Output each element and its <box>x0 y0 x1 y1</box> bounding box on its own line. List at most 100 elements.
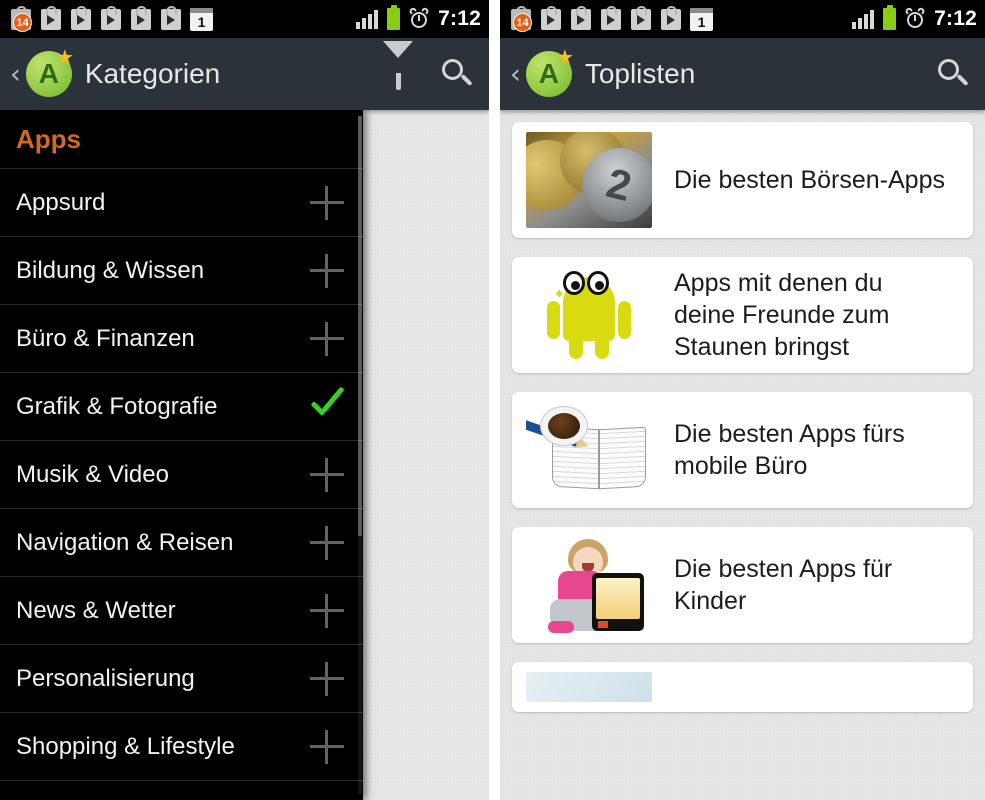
plus-icon <box>310 729 344 764</box>
list-item-title: Die besten Börsen-Apps <box>674 166 945 194</box>
sidebar-item-label: Grafik & Fotografie <box>16 392 218 420</box>
drawer-scrollbar[interactable] <box>358 116 362 794</box>
notebook-coffee-thumbnail <box>526 402 652 498</box>
sidebar-item-label: Personalisierung <box>16 664 195 692</box>
battery-icon <box>883 5 897 30</box>
plus-icon <box>310 525 344 560</box>
calendar-day: 1 <box>697 13 706 30</box>
download-icon <box>540 5 563 32</box>
sidebar-item-label: Musik & Video <box>16 460 169 488</box>
child-with-tablet-thumbnail <box>526 537 652 633</box>
screenshot-divider <box>489 0 500 800</box>
market-badge-icon: 14 <box>510 5 533 32</box>
status-bar-left-icons: 14 1 <box>10 5 356 32</box>
download-icon <box>70 5 93 32</box>
sidebar-item-label: News & Wetter <box>16 596 176 624</box>
market-badge-icon: 14 <box>10 5 33 32</box>
add-category-button[interactable] <box>291 457 363 492</box>
selected-category-indicator[interactable] <box>291 390 363 424</box>
plus-icon <box>310 185 344 220</box>
add-category-button[interactable] <box>291 321 363 356</box>
sidebar-item-bildung-wissen[interactable]: Bildung & Wissen <box>0 236 363 304</box>
back-button[interactable]: ‹ <box>10 61 21 88</box>
search-icon[interactable] <box>937 58 969 90</box>
star-icon: ★ <box>55 47 74 69</box>
sidebar-item-shopping-lifestyle[interactable]: Shopping & Lifestyle <box>0 712 363 780</box>
status-bar-right-icons: 7:12 <box>356 5 481 31</box>
list-item-title: Apps mit denen du deine Freunde zum Stau… <box>674 269 890 361</box>
market-badge-count: 14 <box>13 12 32 32</box>
list-item[interactable]: Die besten Apps für Kinder <box>512 527 973 643</box>
plus-icon <box>310 593 344 628</box>
calendar-icon: 1 <box>690 7 713 31</box>
status-bar-right: 14 1 7:12 <box>500 0 985 38</box>
sidebar-item-appsurd[interactable]: Appsurd <box>0 168 363 236</box>
plus-icon <box>310 253 344 288</box>
filter-icon[interactable] <box>383 41 413 90</box>
sidebar-item-personalisierung[interactable]: Personalisierung <box>0 644 363 712</box>
app-logo-icon[interactable]: A ★ <box>525 48 574 97</box>
download-icon <box>160 5 183 32</box>
action-bar-right: ‹ A ★ Toplisten <box>500 38 985 110</box>
drawer-section-header: Apps <box>0 110 363 168</box>
status-bar-clock: 7:12 <box>934 7 977 30</box>
plus-icon <box>310 321 344 356</box>
sidebar-item-buero-finanzen[interactable]: Büro & Finanzen <box>0 304 363 372</box>
list-item-title: Die besten Apps fürs mobile Büro <box>674 420 905 480</box>
check-icon <box>308 390 346 424</box>
categories-drawer: Apps Appsurd Bildung & Wissen Büro & Fin… <box>0 110 363 800</box>
right-phone-screen: 14 1 7:12 ‹ A ★ Toplisten 2 Die besten B… <box>500 0 985 800</box>
page-title: Kategorien <box>84 58 221 89</box>
page-title: Toplisten <box>584 58 696 89</box>
android-robot-thumbnail: ✦ <box>526 267 652 363</box>
status-bar-clock: 7:12 <box>438 7 481 30</box>
signal-icon <box>356 9 379 29</box>
add-category-button[interactable] <box>291 593 363 628</box>
battery-icon <box>387 5 401 30</box>
app-logo-icon[interactable]: A ★ <box>25 47 74 97</box>
sidebar-item-grafik-fotografie[interactable]: Grafik & Fotografie <box>0 372 363 440</box>
action-bar-actions-left <box>383 41 473 90</box>
back-button[interactable]: ‹ <box>510 61 521 88</box>
list-item[interactable]: 2 Die besten Börsen-Apps <box>512 122 973 238</box>
drawer-section-label: Apps <box>16 123 81 154</box>
status-bar-left-icons: 14 1 <box>510 5 852 32</box>
download-icon <box>130 5 153 32</box>
sidebar-item-label: Büro & Finanzen <box>16 324 195 352</box>
plus-icon <box>310 661 344 696</box>
sidebar-item-partial[interactable] <box>0 780 363 800</box>
plus-icon <box>310 457 344 492</box>
dual-screenshot-stage: 14 1 7:12 ‹ A ★ Kategorien Apps Appsurd … <box>0 0 985 800</box>
add-category-button[interactable] <box>291 661 363 696</box>
left-phone-screen: 14 1 7:12 ‹ A ★ Kategorien Apps Appsurd … <box>0 0 489 800</box>
download-icon <box>660 5 683 32</box>
status-bar-left: 14 1 7:12 <box>0 0 489 38</box>
download-icon <box>630 5 653 32</box>
signal-icon <box>852 9 875 29</box>
sidebar-item-label: Bildung & Wissen <box>16 256 205 284</box>
add-category-button[interactable] <box>291 253 363 288</box>
sidebar-item-label: Navigation & Reisen <box>16 528 234 556</box>
coins-photo-thumbnail: 2 <box>526 132 652 228</box>
download-icon <box>600 5 623 32</box>
alarm-icon <box>904 6 926 29</box>
download-icon <box>40 5 63 32</box>
list-item[interactable]: Die besten Apps fürs mobile Büro <box>512 392 973 508</box>
action-bar-left: ‹ A ★ Kategorien <box>0 38 489 110</box>
calendar-day: 1 <box>197 13 206 30</box>
add-category-button[interactable] <box>291 729 363 764</box>
action-bar-actions-right <box>937 58 969 90</box>
status-bar-right-icons: 7:12 <box>852 5 977 31</box>
add-category-button[interactable] <box>291 525 363 560</box>
sidebar-item-navigation-reisen[interactable]: Navigation & Reisen <box>0 508 363 576</box>
list-item[interactable]: ✦ Apps mit denen du deine Freunde zum St… <box>512 257 973 373</box>
list-item[interactable] <box>512 662 973 712</box>
search-icon[interactable] <box>441 58 473 90</box>
list-item-title: Die besten Apps für Kinder <box>674 555 893 615</box>
download-icon <box>100 5 123 32</box>
add-category-button[interactable] <box>291 185 363 220</box>
sidebar-item-musik-video[interactable]: Musik & Video <box>0 440 363 508</box>
toplists-list[interactable]: 2 Die besten Börsen-Apps ✦ Apps mit dene… <box>500 110 985 800</box>
calendar-icon: 1 <box>190 7 213 31</box>
sidebar-item-news-wetter[interactable]: News & Wetter <box>0 576 363 644</box>
